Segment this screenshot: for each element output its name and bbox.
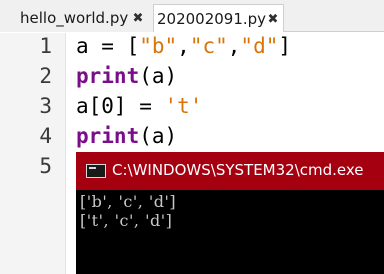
cmd-window[interactable]: C:\WINDOWS\SYSTEM32\cmd.exe ['b', 'c', '… (76, 152, 384, 274)
keyword: print (76, 64, 140, 88)
code-line-4[interactable]: print(a) (76, 124, 177, 148)
code-token: a (76, 34, 89, 58)
tab-label: hello_world.py (20, 9, 129, 27)
keyword: print (76, 124, 140, 148)
console-output-line: ['t', 'c', 'd'] (80, 211, 173, 230)
tab-label: 202002091.py (157, 9, 267, 28)
line-number: 2 (39, 64, 52, 88)
string-literal: "c" (189, 34, 228, 58)
line-number-gutter: 1 2 3 4 5 (0, 33, 66, 274)
code-token: , (227, 34, 241, 58)
line-number: 1 (39, 34, 52, 58)
cmd-title: C:\WINDOWS\SYSTEM32\cmd.exe (112, 161, 364, 179)
close-icon[interactable]: ✖ (266, 12, 280, 27)
string-literal: 't' (164, 94, 203, 118)
console-icon (86, 164, 106, 178)
tab-202002091[interactable]: 202002091.py ✖ (153, 4, 284, 32)
code-token: (a) (139, 64, 178, 88)
code-token: a[0] = (76, 94, 165, 118)
code-line-1[interactable]: a = ["b","c","d"] (76, 34, 291, 58)
code-token: , (177, 34, 190, 58)
tab-hello-world[interactable]: hello_world.py ✖ (0, 4, 153, 32)
code-token: (a) (139, 124, 178, 148)
cmd-titlebar[interactable]: C:\WINDOWS\SYSTEM32\cmd.exe (76, 152, 384, 190)
line-number: 5 (39, 154, 52, 178)
line-number: 3 (39, 94, 52, 118)
code-token: ] (278, 34, 292, 58)
editor-tab-bar: hello_world.py ✖ 202002091.py ✖ (0, 0, 384, 32)
line-number: 4 (39, 124, 52, 148)
code-line-2[interactable]: print(a) (76, 64, 177, 88)
string-literal: "b" (139, 34, 178, 58)
code-token: = [ (88, 34, 140, 58)
code-line-3[interactable]: a[0] = 't' (76, 94, 202, 118)
console-output-line: ['b', 'c', 'd'] (80, 192, 177, 211)
close-icon[interactable]: ✖ (131, 11, 145, 26)
string-literal: "d" (240, 34, 279, 58)
